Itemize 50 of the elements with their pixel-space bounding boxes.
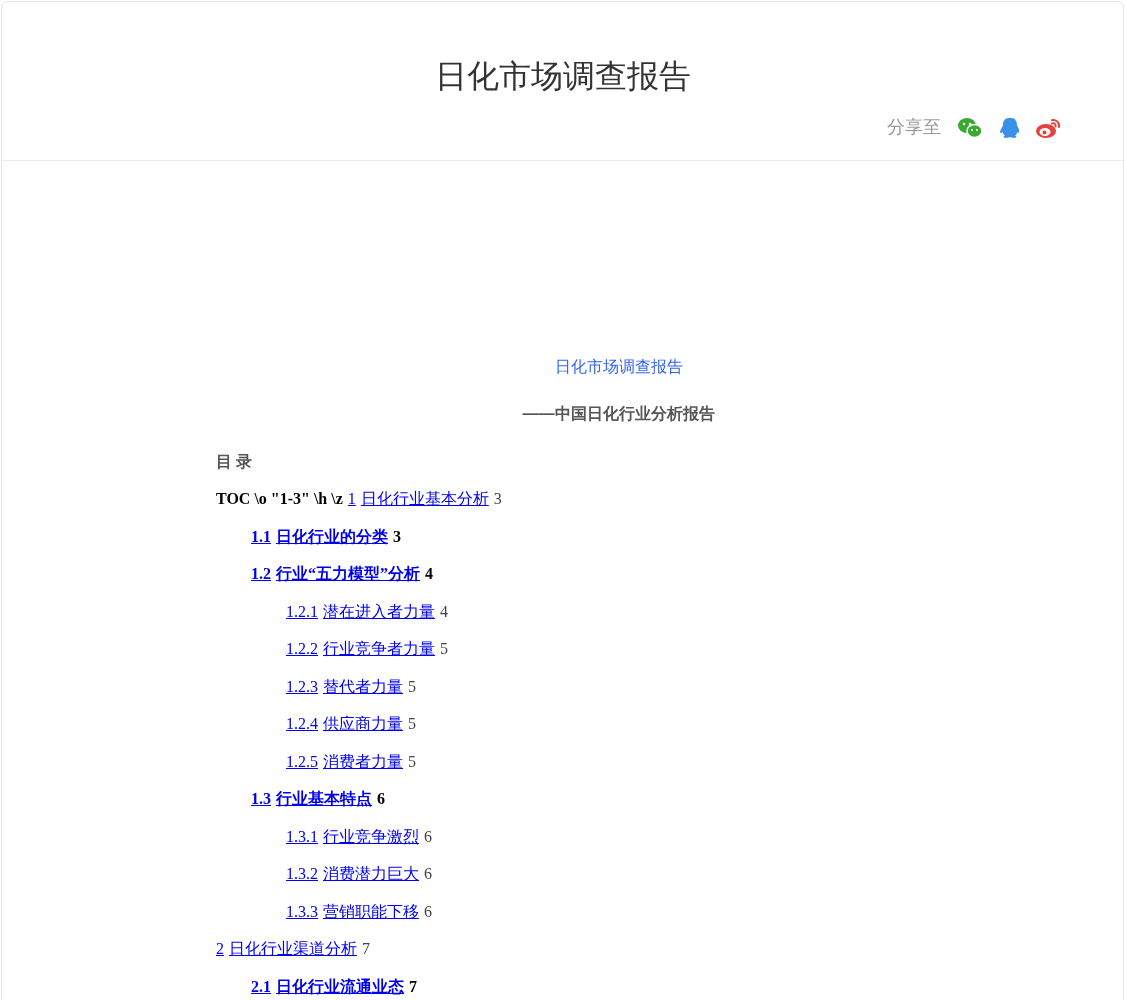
- toc-number-link[interactable]: 1.2: [251, 562, 271, 586]
- toc-title-link[interactable]: 消费潜力巨大: [323, 862, 419, 886]
- toc-title-link[interactable]: 行业“五力模型”分析: [276, 562, 420, 586]
- toc-number-link[interactable]: 1.3.2: [286, 862, 318, 886]
- toc-page-number: 3: [393, 526, 401, 547]
- toc-title-link[interactable]: 消费者力量: [323, 749, 403, 774]
- document-subtitle: ——中国日化行业分析报告: [522, 404, 715, 424]
- toc-number-link[interactable]: 1.2.3: [286, 674, 318, 699]
- toc-title-link[interactable]: 日化行业流通业态: [276, 974, 404, 999]
- toc-page-number: 5: [408, 751, 416, 772]
- share-label: 分享至: [887, 116, 941, 139]
- toc-number-link[interactable]: 2.1: [251, 974, 271, 999]
- toc-heading: 目 录: [215, 453, 253, 470]
- toc-title-link[interactable]: 营销职能下移: [323, 899, 419, 924]
- toc-page-number: 7: [362, 939, 370, 959]
- toc-number-link[interactable]: 1.3.3: [286, 899, 318, 924]
- toc-title-link[interactable]: 日化行业渠道分析: [229, 937, 357, 961]
- toc-number-link[interactable]: 2: [216, 937, 224, 961]
- toc-title-link[interactable]: 行业基本特点: [276, 787, 372, 811]
- toc-page-number: 6: [424, 901, 432, 922]
- page-title: 日化市场调查报告: [434, 57, 691, 96]
- toc-page-number: 5: [408, 676, 416, 697]
- toc-title-link[interactable]: 日化行业的分类: [276, 524, 388, 549]
- toc-number-link[interactable]: 1.2.4: [286, 712, 318, 736]
- toc-title-link[interactable]: 行业竞争者力量: [323, 637, 435, 661]
- toc-number-link[interactable]: 1.2.1: [286, 599, 318, 624]
- toc-page-number: 5: [408, 714, 416, 734]
- toc-title-link[interactable]: 供应商力量: [323, 712, 403, 736]
- toc-page-number: 4: [440, 601, 448, 622]
- toc-number-link[interactable]: 1.3: [251, 787, 271, 811]
- toc-title-link[interactable]: 潜在进入者力量: [323, 599, 435, 624]
- toc-page-number: 6: [424, 826, 432, 847]
- toc-title-link[interactable]: 行业竞争激烈: [323, 824, 419, 849]
- toc-page-number: 6: [377, 789, 385, 809]
- chat-bubbles-icon[interactable]: [957, 116, 983, 139]
- toc-page-number: 7: [409, 976, 417, 997]
- toc-number-link[interactable]: 1.2.2: [286, 637, 318, 661]
- toc-page-number: 3: [493, 489, 502, 509]
- penguin-icon[interactable]: [999, 116, 1019, 139]
- toc-number-link[interactable]: 1.3.1: [286, 824, 318, 849]
- toc-page-number: 4: [425, 564, 433, 584]
- toc-number-link[interactable]: 1: [347, 487, 356, 511]
- toc-number-link[interactable]: 1.2.5: [286, 749, 318, 774]
- toc-page-number: 5: [440, 639, 448, 659]
- toc-field-code: TOC \o "1-3" \h \z: [216, 489, 343, 509]
- toc-page-number: 6: [424, 864, 432, 884]
- document-title: 日化市场调查报告: [554, 357, 683, 377]
- toc-title-link[interactable]: 替代者力量: [323, 674, 403, 699]
- toc-title-link[interactable]: 日化行业基本分析: [360, 487, 489, 511]
- toc-number-link[interactable]: 1.1: [251, 524, 271, 549]
